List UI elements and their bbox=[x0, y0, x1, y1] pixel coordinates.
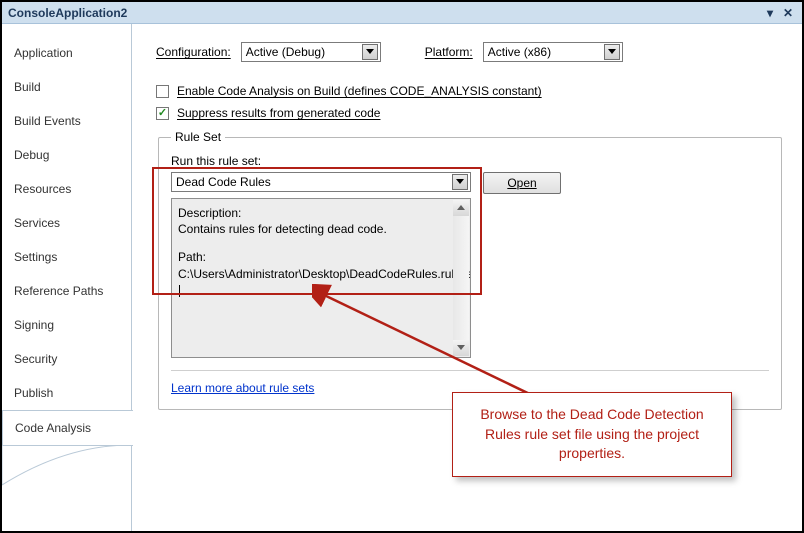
sidebar-item-build-events[interactable]: Build Events bbox=[2, 104, 132, 138]
enable-code-analysis-checkbox[interactable]: Enable Code Analysis on Build (defines C… bbox=[156, 84, 784, 98]
platform-value: Active (x86) bbox=[488, 45, 551, 59]
sidebar-tail-curve bbox=[2, 446, 132, 486]
open-button[interactable]: Open bbox=[483, 172, 561, 194]
scrollbar[interactable] bbox=[453, 200, 469, 356]
chevron-down-icon bbox=[604, 44, 620, 60]
sidebar-item-signing[interactable]: Signing bbox=[2, 308, 132, 342]
configuration-select[interactable]: Active (Debug) bbox=[241, 42, 381, 62]
sidebar-item-settings[interactable]: Settings bbox=[2, 240, 132, 274]
ruleset-description-box: Description: Contains rules for detectin… bbox=[171, 198, 471, 358]
description-header: Description: bbox=[178, 205, 450, 221]
learn-more-link[interactable]: Learn more about rule sets bbox=[171, 381, 314, 395]
sidebar-item-code-analysis[interactable]: Code Analysis bbox=[2, 410, 133, 446]
sidebar-item-publish[interactable]: Publish bbox=[2, 376, 132, 410]
sidebar-item-security[interactable]: Security bbox=[2, 342, 132, 376]
configuration-label: Configuration: bbox=[156, 45, 231, 59]
scroll-down-icon[interactable] bbox=[453, 340, 469, 356]
sidebar-item-resources[interactable]: Resources bbox=[2, 172, 132, 206]
scroll-up-icon[interactable] bbox=[453, 200, 469, 216]
open-button-label: Open bbox=[507, 176, 536, 190]
sidebar-item-services[interactable]: Services bbox=[2, 206, 132, 240]
dropdown-icon[interactable]: ▾ bbox=[762, 6, 778, 20]
titlebar: ConsoleApplication2 ▾ ✕ bbox=[2, 2, 802, 24]
chevron-down-icon bbox=[362, 44, 378, 60]
sidebar-item-debug[interactable]: Debug bbox=[2, 138, 132, 172]
close-icon[interactable]: ✕ bbox=[780, 6, 796, 20]
annotation-callout: Browse to the Dead Code Detection Rules … bbox=[452, 392, 732, 477]
run-ruleset-label: Run this rule set: bbox=[171, 154, 769, 168]
suppress-label: Suppress results from generated code bbox=[177, 106, 380, 120]
main-panel: Configuration: Active (Debug) Platform: … bbox=[132, 24, 802, 531]
path-header: Path: bbox=[178, 249, 450, 265]
project-properties-window: ConsoleApplication2 ▾ ✕ Application Buil… bbox=[2, 2, 802, 531]
callout-text: Browse to the Dead Code Detection Rules … bbox=[480, 406, 703, 461]
checkbox-box bbox=[156, 107, 169, 120]
scroll-track[interactable] bbox=[453, 216, 469, 340]
description-text: Contains rules for detecting dead code. bbox=[178, 221, 450, 237]
chevron-down-icon bbox=[452, 174, 468, 190]
ruleset-legend: Rule Set bbox=[171, 130, 225, 144]
platform-label: Platform: bbox=[425, 45, 473, 59]
platform-select[interactable]: Active (x86) bbox=[483, 42, 623, 62]
configuration-value: Active (Debug) bbox=[246, 45, 325, 59]
ruleset-select-value: Dead Code Rules bbox=[176, 175, 271, 189]
ruleset-select[interactable]: Dead Code Rules bbox=[171, 172, 471, 192]
titlebar-controls: ▾ ✕ bbox=[762, 6, 796, 20]
sidebar-item-application[interactable]: Application bbox=[2, 36, 132, 70]
sidebar-item-build[interactable]: Build bbox=[2, 70, 132, 104]
sidebar-item-reference-paths[interactable]: Reference Paths bbox=[2, 274, 132, 308]
ruleset-group: Rule Set Run this rule set: Dead Code Ru… bbox=[158, 130, 782, 410]
config-row: Configuration: Active (Debug) Platform: … bbox=[156, 42, 784, 62]
enable-label: Enable Code Analysis on Build (defines C… bbox=[177, 84, 542, 98]
window-title: ConsoleApplication2 bbox=[8, 6, 127, 20]
sidebar: Application Build Build Events Debug Res… bbox=[2, 24, 132, 531]
checkbox-box bbox=[156, 85, 169, 98]
path-value: C:\Users\Administrator\Desktop\DeadCodeR… bbox=[178, 266, 450, 298]
suppress-generated-checkbox[interactable]: Suppress results from generated code bbox=[156, 106, 784, 120]
divider bbox=[171, 370, 769, 371]
